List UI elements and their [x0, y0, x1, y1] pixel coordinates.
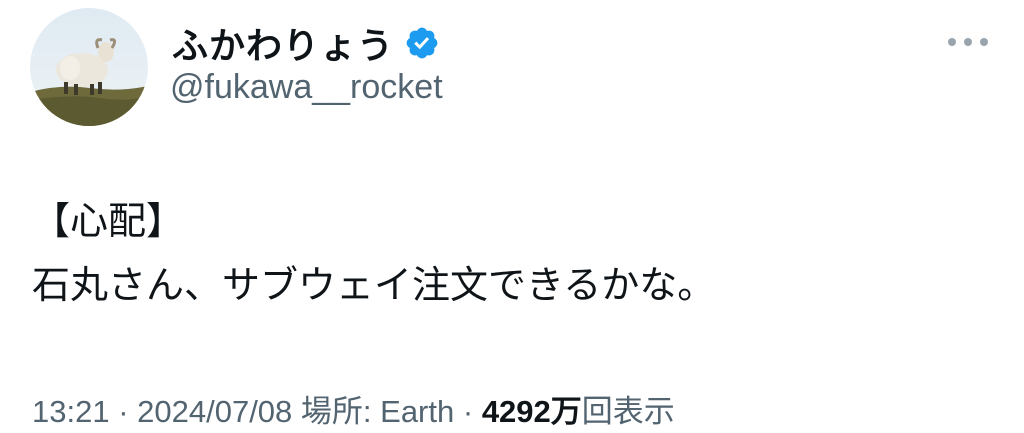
dot	[948, 38, 956, 46]
location: Earth	[380, 394, 455, 429]
views-count: 4292	[481, 394, 551, 429]
user-handle[interactable]: @fukawa__rocket	[170, 68, 443, 107]
tweet-meta: 13:21 · 2024/07/08 場所: Earth · 4292万回表示	[32, 386, 675, 431]
verified-badge-icon	[406, 27, 438, 59]
location-label: 場所:	[292, 394, 381, 429]
author-name-row: ふかわりょう	[172, 14, 440, 72]
dot	[964, 38, 972, 46]
separator: ·	[109, 394, 138, 429]
avatar[interactable]	[30, 8, 148, 126]
display-name[interactable]: ふかわりょう	[172, 17, 394, 69]
tweet-date[interactable]: 2024/07/08	[137, 394, 292, 429]
dot	[980, 38, 988, 46]
views-unit: 万	[550, 394, 582, 429]
separator: ·	[454, 394, 482, 429]
more-options-icon[interactable]	[948, 32, 988, 52]
tweet-text-line: 【心配】	[32, 199, 185, 243]
tweet-card: ふかわりょう @fukawa__rocket 【心配】 石丸さん、サブウェイ注文…	[0, 0, 1024, 433]
tweet-text-line: 石丸さん、サブウェイ注文できるかな。	[32, 263, 716, 307]
sheep-avatar-icon	[30, 8, 148, 126]
tweet-time[interactable]: 13:21	[32, 394, 110, 429]
views-label: 回表示	[581, 394, 675, 429]
